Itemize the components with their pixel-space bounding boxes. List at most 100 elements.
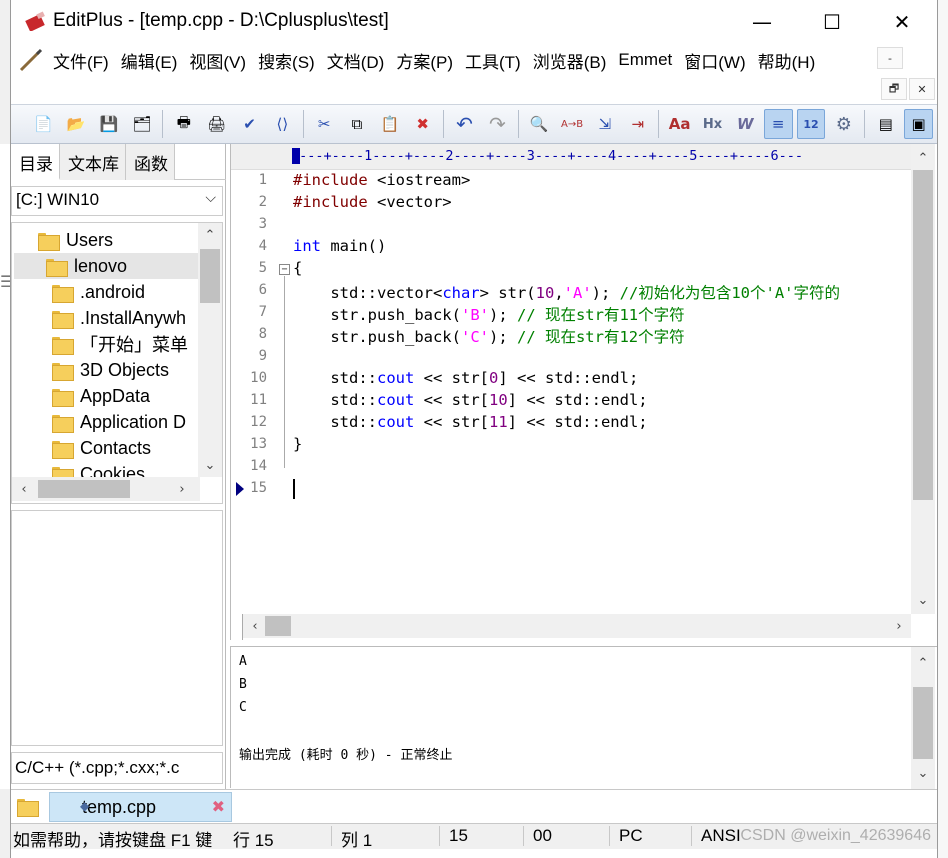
tree-item-selected[interactable]: lenovo [14,253,198,279]
menu-search[interactable]: 搜索(S) [258,48,315,73]
new-file-icon[interactable]: 📄 [29,109,58,139]
tab-functions[interactable]: 函数 [126,144,175,180]
split-handle[interactable] [231,614,243,640]
tree-item[interactable]: Contacts [52,435,151,461]
ruler-cursor-marker [292,148,300,164]
settings-icon[interactable]: ⚙ [829,109,858,139]
editor-horizontal-scrollbar[interactable]: ‹ › [243,614,911,638]
tab-cliptext[interactable]: 文本库 [60,144,126,180]
menu-emmet[interactable]: Emmet [618,50,672,70]
scroll-down-icon[interactable]: ⌄ [911,761,935,785]
fold-line [284,276,285,468]
mdi-restore-button[interactable]: 🗗 [881,78,907,100]
scroll-right-icon[interactable]: › [170,477,194,501]
output-status-line: 输出完成 (耗时 0 秒) - 正常终止 [239,748,453,763]
copy-icon[interactable]: ⧉ [343,109,372,139]
drive-select[interactable]: [C:] WIN10 ⌵ [11,186,223,216]
menu-window[interactable]: 窗口(W) [684,48,745,73]
menu-file[interactable]: 文件(F) [53,48,109,73]
indent-icon[interactable]: ⇥ [623,109,652,139]
toolbar-separator [162,110,164,138]
tree-item[interactable]: AppData [52,383,150,409]
toolbar-separator [443,110,445,138]
tree-item[interactable]: Users [38,227,113,253]
scroll-up-icon[interactable]: ⌃ [911,146,935,170]
tree-item[interactable]: .android [52,279,145,305]
scroll-down-icon[interactable]: ⌄ [911,588,935,612]
status-separator [331,826,332,846]
line-number: 1 [258,172,267,188]
mdi-close-button[interactable]: ✕ [909,78,935,100]
spell-check-icon[interactable]: ✔ [235,109,264,139]
fold-toggle-icon[interactable]: − [279,264,290,275]
output-window-icon[interactable]: ▤ [871,109,900,139]
column-ruler-icon[interactable]: 12 [796,109,826,139]
directory-tree: Users lenovo .android .InstallAnywh 「开始」… [11,222,223,504]
close-tab-icon[interactable]: ✖ [212,797,225,816]
status-separator [523,826,524,846]
browser-view-icon[interactable]: ⟨⟩ [268,109,297,139]
cliptext-window-icon[interactable]: ▣ [904,109,933,139]
print-preview-icon[interactable]: 🖶 [169,109,198,139]
tree-vertical-scrollbar[interactable]: ⌃ ⌄ [198,223,222,477]
document-tab-temp-cpp[interactable]: ◆ temp.cpp ✖ [49,792,232,822]
save-all-icon[interactable]: 🗂 [128,109,157,139]
scroll-down-icon[interactable]: ⌄ [198,453,222,477]
redo-icon[interactable]: ↷ [483,109,512,139]
maximize-button[interactable]: ☐ [797,0,867,44]
output-vertical-scrollbar[interactable]: ⌃ ⌄ [911,647,935,789]
scroll-up-icon[interactable]: ⌃ [911,651,935,675]
line-number-icon[interactable]: ≡ [763,109,793,139]
menu-view[interactable]: 视图(V) [189,48,246,73]
tree-horizontal-scrollbar[interactable]: ‹ › [12,477,200,501]
scroll-thumb[interactable] [265,616,291,636]
tree-item[interactable]: .InstallAnywh [52,305,186,331]
menu-edit[interactable]: 编辑(E) [121,48,178,73]
menu-tools[interactable]: 工具(T) [465,48,521,73]
code-area[interactable]: #include <iostream> #include <vector> in… [293,170,911,614]
line-number: 15 [250,480,267,496]
tree-item[interactable]: 「开始」菜单 [52,331,188,357]
scroll-left-icon[interactable]: ‹ [243,614,267,638]
line-number: 8 [258,326,267,342]
cut-icon[interactable]: ✂ [310,109,339,139]
code-editor[interactable]: ----+----1----+----2----+----3----+----4… [230,144,937,640]
tree-item[interactable]: 3D Objects [52,357,169,383]
find-icon[interactable]: 🔍 [525,109,554,139]
font-icon[interactable]: Aa [665,109,694,139]
save-icon[interactable]: 💾 [95,109,124,139]
replace-icon[interactable]: A→B [558,109,587,139]
folder-icon[interactable] [17,797,39,817]
scroll-right-icon[interactable]: › [887,614,911,638]
delete-icon[interactable]: ✖ [408,109,437,139]
menu-project[interactable]: 方案(P) [396,48,453,73]
undo-icon[interactable]: ↶ [450,109,479,139]
menu-browser[interactable]: 浏览器(B) [533,48,607,73]
scroll-left-icon[interactable]: ‹ [12,477,36,501]
word-wrap-icon[interactable]: W [731,109,760,139]
tree-item[interactable]: Application D [52,409,186,435]
file-type-filter[interactable]: C/C++ (*.cpp;*.cxx;*.c [11,752,223,784]
line-number: 9 [258,348,267,364]
mdi-minimize-button[interactable]: - [877,47,903,69]
scroll-thumb[interactable] [200,249,220,303]
print-icon[interactable]: 🖨 [202,109,231,139]
open-folder-icon[interactable]: 📂 [62,109,91,139]
scroll-thumb[interactable] [913,687,933,759]
scroll-thumb[interactable] [913,170,933,500]
scroll-up-icon[interactable]: ⌃ [198,223,222,247]
minimize-button[interactable]: — [727,0,797,44]
close-button[interactable]: ✕ [867,0,937,44]
editor-vertical-scrollbar[interactable]: ⌃ ⌄ [911,144,935,614]
paste-icon[interactable]: 📋 [375,109,404,139]
status-separator [439,826,440,846]
hex-view-icon[interactable]: Hx [698,109,727,139]
go-to-icon[interactable]: ⇲ [591,109,620,139]
menu-document[interactable]: 文档(D) [327,48,385,73]
status-column: 列 1 [341,831,373,850]
menu-help[interactable]: 帮助(H) [758,48,816,73]
scroll-thumb[interactable] [38,480,130,498]
file-icon: ◆ [80,799,90,813]
file-list-pane [11,510,223,746]
tab-directory[interactable]: 目录 [11,144,60,180]
